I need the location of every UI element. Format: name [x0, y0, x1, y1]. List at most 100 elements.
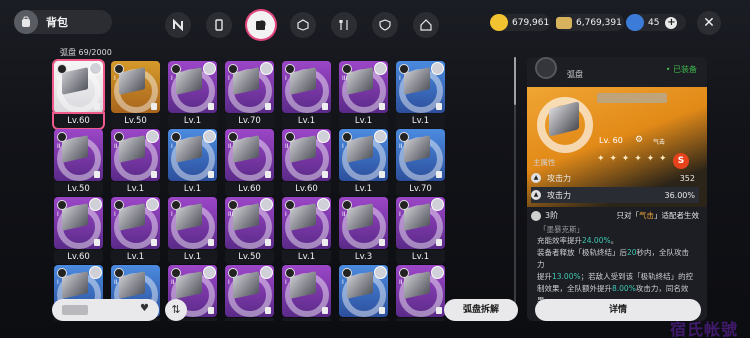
lock-icon: [208, 239, 214, 246]
tier-label: I: [342, 143, 344, 150]
stat-row: ▲ 攻击力 352: [531, 170, 699, 186]
tier-label: II: [228, 143, 232, 150]
tier-label: II: [114, 143, 118, 150]
disc-card[interactable]: II Lv.3: [339, 197, 388, 264]
rank-badge: S: [673, 153, 689, 169]
tab-food[interactable]: [331, 12, 357, 38]
disc-card-art: III: [339, 61, 388, 113]
disc-card[interactable]: I Lv.70: [225, 61, 274, 128]
tier-label: III: [342, 75, 348, 82]
tab-phone[interactable]: [206, 12, 232, 38]
disc-card[interactable]: III Lv.60: [54, 61, 103, 128]
tier-label: I: [228, 279, 230, 286]
disc-card-art: II: [282, 129, 331, 181]
scrollbar-thumb[interactable]: [514, 57, 516, 105]
disc-card[interactable]: II Lv.60: [225, 129, 274, 196]
stat-row: ▲ 攻击力 36.00%: [531, 187, 699, 203]
disc-level: Lv.1: [396, 250, 445, 264]
tab-n-logo[interactable]: [165, 12, 191, 38]
lock-icon: [208, 103, 214, 110]
lock-icon: [322, 171, 328, 178]
coin-icon: [490, 14, 508, 31]
disc-card[interactable]: I Lv.60: [54, 197, 103, 264]
disc-card[interactable]: I Lv.1: [396, 197, 445, 264]
disc-card[interactable]: I Lv.1: [282, 61, 331, 128]
sort-button[interactable]: ⇅: [165, 299, 187, 321]
effect-highlight: 20: [627, 248, 637, 257]
tab-cube[interactable]: [290, 12, 316, 38]
phone-icon: [215, 19, 223, 31]
disc-card[interactable]: II Lv.70: [396, 129, 445, 196]
disc-card[interactable]: III Lv.1: [339, 61, 388, 128]
applies-note: 只对「气击」适配者生效: [617, 210, 700, 221]
disc-card[interactable]: I Lv.1: [282, 197, 331, 264]
disc-card-art: I: [168, 129, 217, 181]
effect-tail: 。: [610, 236, 619, 245]
lock-icon: [436, 103, 442, 110]
disc-card[interactable]: I Lv.50: [111, 61, 160, 128]
disc-card[interactable]: I Lv.1: [396, 61, 445, 128]
disc-level: Lv.50: [54, 182, 103, 196]
disc-card-art: I: [225, 265, 274, 317]
effect-name: 「墨暴克斯」: [539, 225, 584, 234]
equipped-avatar: [203, 130, 216, 143]
rank-icon: [228, 64, 238, 74]
disc-level: Lv.60: [225, 182, 274, 196]
tier-icon: [531, 210, 541, 221]
filter-dropdown[interactable]: ♥: [52, 299, 159, 321]
disc-card-art: I: [282, 197, 331, 249]
lock-icon: [208, 171, 214, 178]
disc-level: [339, 318, 388, 321]
lock-icon: [94, 239, 100, 246]
attack-icon: ▲: [531, 173, 541, 183]
close-button[interactable]: ✕: [697, 11, 721, 35]
disc-card[interactable]: I: [225, 265, 274, 321]
disc-level: [225, 318, 274, 321]
stat-value: 352: [679, 173, 695, 183]
rank-icon: [342, 132, 352, 142]
tab-home[interactable]: [413, 12, 439, 38]
disc-card[interactable]: I: [282, 265, 331, 321]
disc-card-art: I: [111, 61, 160, 113]
detail-level: Lv. 60: [599, 136, 623, 145]
disc-card[interactable]: II Lv.50: [54, 129, 103, 196]
lock-icon: [265, 307, 271, 314]
detail-type: 弧盘: [567, 70, 583, 79]
disc-level: Lv.1: [168, 114, 217, 128]
disc-level: Lv.1: [282, 114, 331, 128]
disc-level: Lv.1: [396, 114, 445, 128]
rank-icon: [57, 132, 67, 142]
tab-shield[interactable]: [372, 12, 398, 38]
disc-card[interactable]: I Lv.1: [168, 197, 217, 264]
effect-tier: 3阶: [545, 211, 559, 220]
inventory-count: 69/2000: [78, 48, 112, 57]
dismantle-button[interactable]: 弧盘拆解: [444, 299, 518, 321]
disc-card[interactable]: I Lv.1: [168, 61, 217, 128]
tab-disc-drive[interactable]: [247, 11, 275, 39]
lock-icon: [94, 103, 100, 110]
disc-card[interactable]: III Lv.50: [225, 197, 274, 264]
disc-card[interactable]: I Lv.1: [339, 129, 388, 196]
disc-card[interactable]: I Lv.1: [111, 197, 160, 264]
lock-icon: [322, 239, 328, 246]
set-effect-header: 3阶 只对「气击」适配者生效: [531, 210, 699, 221]
equipped-avatar: [146, 198, 159, 211]
disc-card[interactable]: II Lv.60: [282, 129, 331, 196]
tier-label: I: [57, 279, 59, 286]
tier-label: I: [399, 75, 401, 82]
rank-icon: [171, 200, 181, 210]
disc-card[interactable]: II Lv.1: [111, 129, 160, 196]
disc-card-art: II: [111, 129, 160, 181]
disc-card-art: II: [396, 265, 445, 317]
lock-icon: [379, 307, 385, 314]
disc-card[interactable]: I: [339, 265, 388, 321]
add-gem-button[interactable]: +: [665, 16, 678, 29]
effect-line: 提升13.00%；若敌人受到该「极轨终结」的控: [537, 271, 695, 283]
disc-card[interactable]: I Lv.1: [168, 129, 217, 196]
equipped-avatar: [203, 62, 216, 75]
rank-icon: [171, 132, 181, 142]
rank-icon: [57, 268, 67, 278]
utensils-icon: [339, 20, 348, 30]
lock-icon: [379, 171, 385, 178]
disc-card[interactable]: II: [396, 265, 445, 321]
